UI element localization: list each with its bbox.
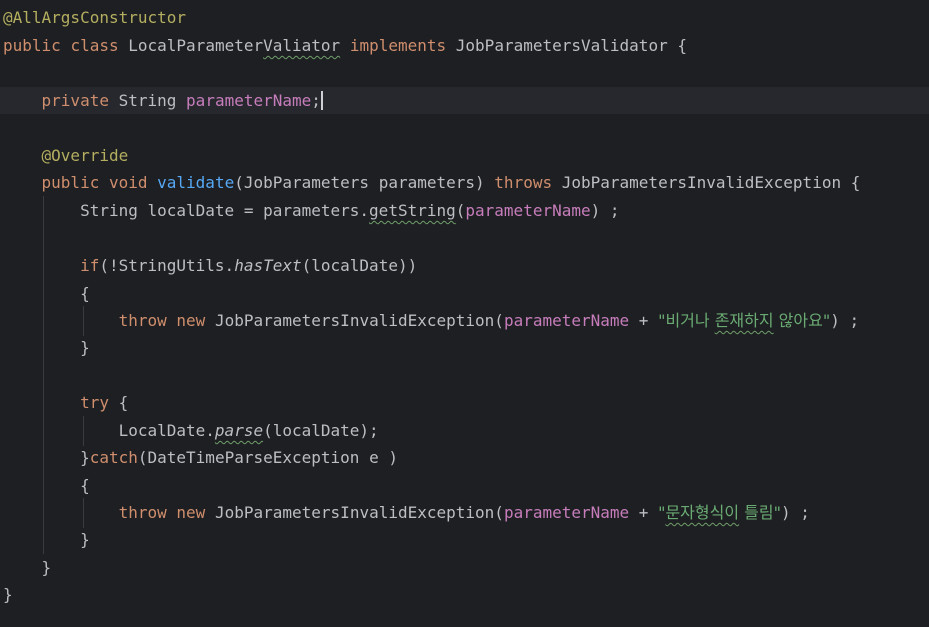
brace: } [80, 338, 90, 357]
exception-ctor: JobParametersInvalidException( [214, 311, 504, 330]
string-literal: 틀림" [739, 503, 781, 522]
keyword: new [176, 503, 206, 522]
brace: } [80, 448, 90, 467]
keyword: new [176, 311, 206, 330]
keyword: throw [118, 311, 167, 330]
keyword: throw [118, 503, 167, 522]
text-cursor [320, 91, 323, 110]
parameters: (JobParameters parameters) [234, 173, 485, 192]
statement: String localDate = parameters. [80, 201, 370, 220]
catch-params: (DateTimeParseException e ) [137, 448, 398, 467]
code-line-10: if(!StringUtils.hasText(localDate)) [3, 253, 417, 279]
code-line-7: public void validate(JobParameters param… [3, 170, 861, 196]
operator: + [629, 311, 659, 330]
annotation: @Override [41, 146, 129, 165]
code-line-4: private String parameterName; [3, 88, 323, 114]
code-line-15: try { [3, 390, 128, 416]
brace: } [80, 530, 90, 549]
interface-name: JobParametersValidator [455, 36, 668, 55]
brace: { [677, 36, 687, 55]
static-call: parse [214, 421, 264, 440]
code-editor[interactable]: @AllArgsConstructor public class LocalPa… [0, 0, 929, 627]
code-line-11: { [3, 281, 90, 307]
condition-end: (localDate)) [301, 256, 418, 275]
field: parameterName [465, 201, 591, 220]
code-line-19: throw new JobParametersInvalidException(… [3, 500, 810, 526]
annotation: @AllArgsConstructor [3, 8, 187, 27]
keyword: implements [349, 36, 447, 55]
semicolon: ; [311, 91, 321, 110]
code-line-22: } [3, 582, 13, 608]
code-line-8: String localDate = parameters.getString(… [3, 198, 620, 224]
keyword: catch [89, 448, 138, 467]
string-literal-typo: 문자형식이 [665, 503, 740, 522]
paren: ( [455, 201, 466, 220]
keyword: public [41, 173, 100, 192]
exception-ctor: JobParametersInvalidException( [214, 503, 504, 522]
string-literal: "비거나 [658, 311, 715, 330]
keyword: private [41, 91, 109, 110]
statement-end: ) ; [830, 311, 860, 330]
keyword: public [3, 36, 61, 55]
class-name-typo: Valiator [263, 36, 341, 55]
field: parameterName [503, 311, 630, 330]
brace: { [80, 284, 90, 303]
field: parameterName [503, 503, 630, 522]
operator: + [629, 503, 659, 522]
statement: LocalDate. [118, 421, 215, 440]
static-call: hasText [234, 256, 302, 275]
exception-type: JobParametersInvalidException { [561, 173, 861, 192]
code-line-16: LocalDate.parse(localDate); [3, 418, 379, 444]
field: parameterName [186, 91, 312, 110]
code-line-6: @Override [3, 143, 129, 169]
type: String [118, 91, 177, 110]
statement-end: (localDate); [263, 421, 379, 440]
string-literal: 않아요" [773, 311, 831, 330]
statement-end: ) ; [590, 201, 620, 220]
method-call: getString [369, 201, 456, 220]
brace: } [41, 558, 52, 577]
code-line-18: { [3, 473, 90, 499]
code-line-20: } [3, 527, 90, 553]
code-line-2: public class LocalParameterValiator impl… [3, 33, 687, 59]
keyword: class [70, 36, 119, 55]
class-name: LocalParameter [128, 36, 264, 55]
statement-end: ) ; [780, 503, 810, 522]
code-line-13: } [3, 335, 90, 361]
method-name: validate [157, 173, 235, 192]
brace: { [108, 393, 129, 412]
brace: { [80, 476, 90, 495]
string-literal-typo: 존재하지 [714, 311, 774, 330]
code-line-1: @AllArgsConstructor [3, 5, 186, 31]
code-line-17: }catch(DateTimeParseException e ) [3, 445, 398, 471]
keyword: throws [494, 173, 553, 192]
keyword: try [80, 393, 109, 412]
code-line-12: throw new JobParametersInvalidException(… [3, 308, 860, 334]
keyword: if [80, 256, 100, 275]
keyword: void [108, 173, 148, 192]
brace: } [3, 585, 13, 604]
code-line-21: } [3, 555, 52, 581]
condition: (!StringUtils. [99, 256, 235, 275]
